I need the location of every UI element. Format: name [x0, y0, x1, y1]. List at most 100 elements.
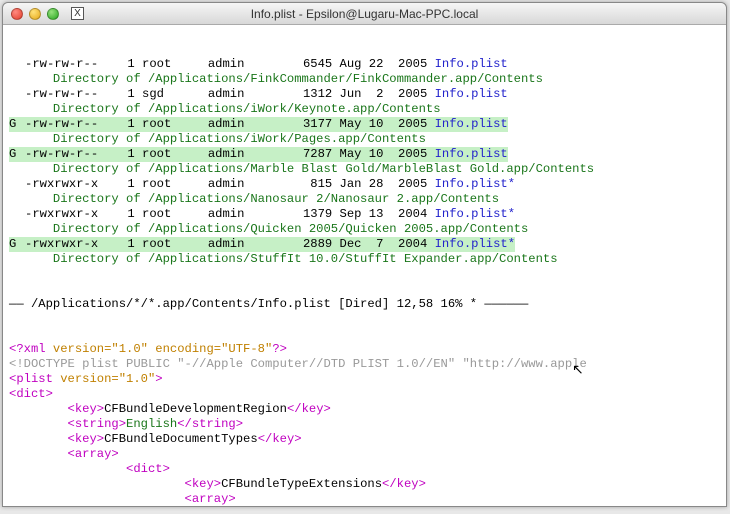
dired-mark	[9, 87, 25, 102]
xml-tag: <?xml	[9, 342, 46, 356]
link-count: 1	[98, 87, 142, 102]
file-line[interactable]: -rwxrwxr-x 1 root admin 1379 Sep 13 2004…	[9, 207, 720, 222]
xml-tag: </key>	[382, 477, 426, 491]
xml-tag: <key>	[68, 402, 105, 416]
xml-tag: <array>	[68, 447, 119, 461]
owner: root	[142, 177, 208, 192]
xml-text: CFBundleDocumentTypes	[104, 432, 258, 446]
file-line[interactable]: -rw-rw-r-- 1 root admin 6545 Aug 22 2005…	[9, 57, 720, 72]
directory-path: Directory of /Applications/Nanosaur 2/Na…	[9, 192, 499, 207]
directory-line[interactable]: Directory of /Applications/FinkCommander…	[9, 72, 720, 87]
dired-pane[interactable]: -rw-rw-r-- 1 root admin 6545 Aug 22 2005…	[9, 57, 720, 267]
xml-attr: version="1.0" encoding="UTF-8"	[46, 342, 273, 356]
dired-mark: G	[9, 117, 25, 132]
size: 3177	[288, 117, 339, 132]
size: 1312	[288, 87, 339, 102]
date: Aug 22 2005	[340, 57, 435, 72]
date: Jun 2 2005	[340, 87, 435, 102]
dired-mark	[9, 177, 25, 192]
link-count: 1	[98, 237, 142, 252]
directory-line[interactable]: Directory of /Applications/Marble Blast …	[9, 162, 720, 177]
group: admin	[208, 207, 288, 222]
xml-tag: <key>	[185, 477, 222, 491]
editor-content[interactable]: -rw-rw-r-- 1 root admin 6545 Aug 22 2005…	[3, 25, 726, 506]
zoom-button[interactable]	[47, 8, 59, 20]
date: Sep 13 2004	[340, 207, 435, 222]
filename[interactable]: Info.plist*	[435, 237, 515, 252]
directory-path: Directory of /Applications/Quicken 2005/…	[9, 222, 528, 237]
owner: root	[142, 57, 208, 72]
permissions: -rw-rw-r--	[25, 117, 98, 132]
directory-path: Directory of /Applications/iWork/Pages.a…	[9, 132, 426, 147]
dired-modeline: —— /Applications/*/*.app/Contents/Info.p…	[9, 297, 720, 312]
dired-mark	[9, 57, 25, 72]
permissions: -rw-rw-r--	[25, 57, 98, 72]
date: May 10 2005	[340, 117, 435, 132]
group: admin	[208, 177, 288, 192]
permissions: -rw-rw-r--	[25, 87, 98, 102]
close-button[interactable]	[11, 8, 23, 20]
titlebar[interactable]: X Info.plist - Epsilon@Lugaru-Mac-PPC.lo…	[3, 3, 726, 25]
minimize-button[interactable]	[29, 8, 41, 20]
dired-mark: G	[9, 147, 25, 162]
directory-path: Directory of /Applications/iWork/Keynote…	[9, 102, 441, 117]
filename[interactable]: Info.plist	[435, 147, 508, 162]
link-count: 1	[98, 57, 142, 72]
directory-path: Directory of /Applications/Marble Blast …	[9, 162, 594, 177]
xml-tag: </string>	[177, 417, 243, 431]
filename[interactable]: Info.plist	[435, 117, 508, 132]
directory-path: Directory of /Applications/FinkCommander…	[9, 72, 543, 87]
file-line[interactable]: G -rw-rw-r-- 1 root admin 3177 May 10 20…	[9, 117, 720, 132]
file-line[interactable]: G -rw-rw-r-- 1 root admin 7287 May 10 20…	[9, 147, 720, 162]
filename[interactable]: Info.plist	[435, 57, 508, 72]
xml-text: CFBundleDevelopmentRegion	[104, 402, 287, 416]
xml-tag: <key>	[68, 432, 105, 446]
size: 6545	[288, 57, 339, 72]
link-count: 1	[98, 177, 142, 192]
xml-tag: </key>	[258, 432, 302, 446]
directory-line[interactable]: Directory of /Applications/iWork/Keynote…	[9, 102, 720, 117]
directory-line[interactable]: Directory of /Applications/iWork/Pages.a…	[9, 132, 720, 147]
date: May 10 2005	[340, 147, 435, 162]
owner: root	[142, 207, 208, 222]
link-count: 1	[98, 207, 142, 222]
group: admin	[208, 237, 288, 252]
filename[interactable]: Info.plist	[435, 87, 508, 102]
size: 2889	[288, 237, 339, 252]
xml-tag: <dict>	[126, 462, 170, 476]
date: Jan 28 2005	[340, 177, 435, 192]
file-line[interactable]: -rw-rw-r-- 1 sgd admin 1312 Jun 2 2005 I…	[9, 87, 720, 102]
directory-path: Directory of /Applications/StuffIt 10.0/…	[9, 252, 558, 267]
xml-tag: <plist	[9, 372, 53, 386]
permissions: -rw-rw-r--	[25, 147, 98, 162]
traffic-lights	[11, 8, 59, 20]
xml-tag: >	[155, 372, 162, 386]
xml-tag: <string>	[68, 417, 127, 431]
file-line[interactable]: -rwxrwxr-x 1 root admin 815 Jan 28 2005 …	[9, 177, 720, 192]
size: 1379	[288, 207, 339, 222]
directory-line[interactable]: Directory of /Applications/StuffIt 10.0/…	[9, 252, 720, 267]
owner: root	[142, 147, 208, 162]
file-line[interactable]: G -rwxrwxr-x 1 root admin 2889 Dec 7 200…	[9, 237, 720, 252]
filename[interactable]: Info.plist*	[435, 207, 515, 222]
size: 815	[288, 177, 339, 192]
group: admin	[208, 117, 288, 132]
permissions: -rwxrwxr-x	[25, 207, 98, 222]
filename[interactable]: Info.plist*	[435, 177, 515, 192]
link-count: 1	[98, 117, 142, 132]
directory-line[interactable]: Directory of /Applications/Quicken 2005/…	[9, 222, 720, 237]
window-title: Info.plist - Epsilon@Lugaru-Mac-PPC.loca…	[3, 7, 726, 21]
x11-icon: X	[71, 7, 84, 20]
permissions: -rwxrwxr-x	[25, 177, 98, 192]
dired-mark	[9, 207, 25, 222]
xml-tag: </key>	[287, 402, 331, 416]
group: admin	[208, 87, 288, 102]
permissions: -rwxrwxr-x	[25, 237, 98, 252]
dired-mark: G	[9, 237, 25, 252]
xml-pane[interactable]: <?xml version="1.0" encoding="UTF-8"?><!…	[9, 342, 720, 506]
owner: root	[142, 237, 208, 252]
size: 7287	[288, 147, 339, 162]
directory-line[interactable]: Directory of /Applications/Nanosaur 2/Na…	[9, 192, 720, 207]
link-count: 1	[98, 147, 142, 162]
xml-attr: version="1.0"	[53, 372, 155, 386]
